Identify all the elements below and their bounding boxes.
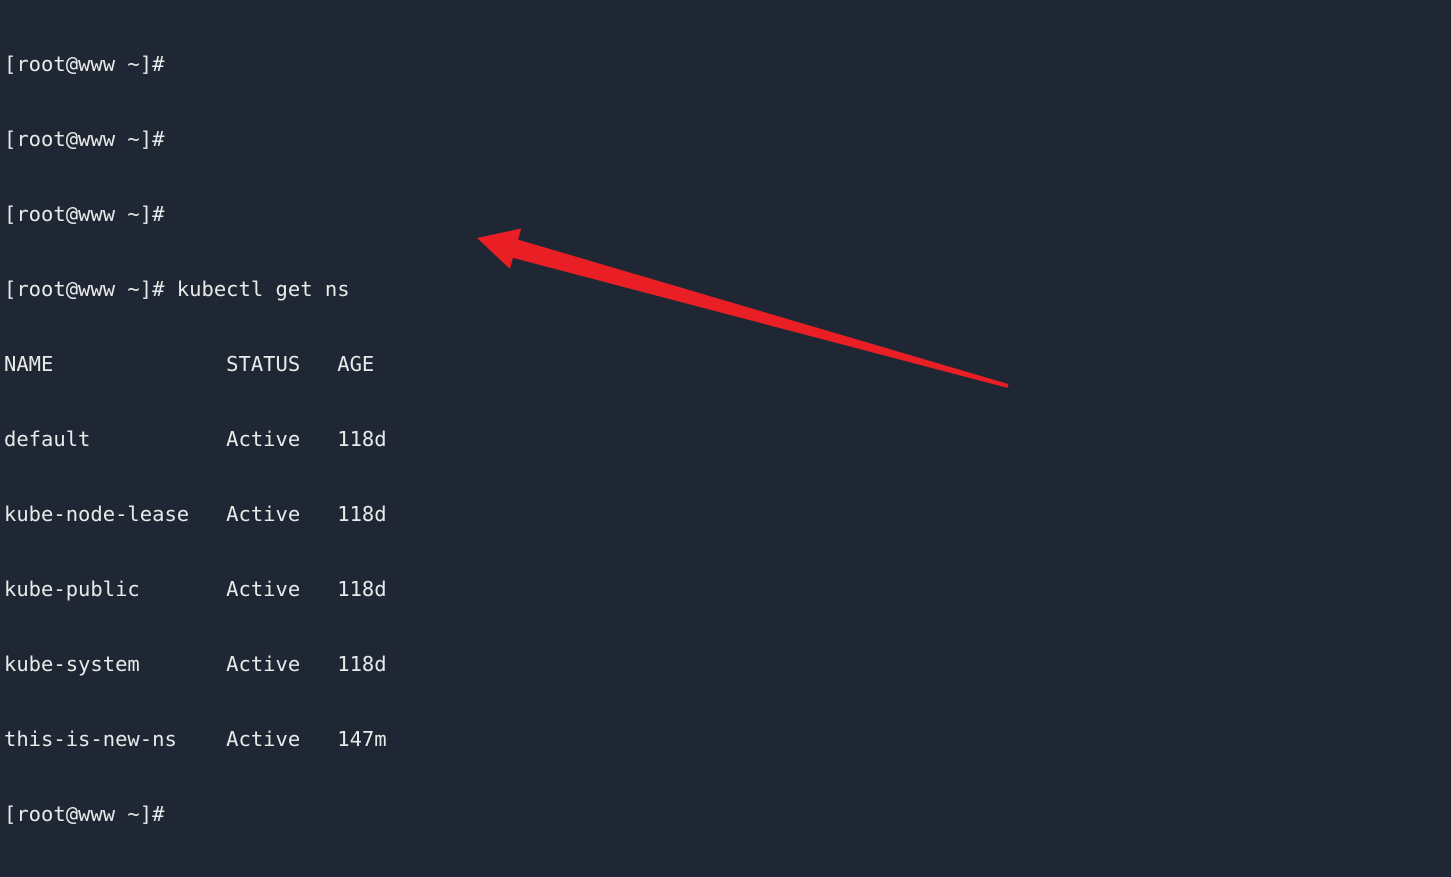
terminal-line: [root@www ~]#	[4, 202, 165, 226]
terminal-line-command-get-ns-1: [root@www ~]# kubectl get ns	[4, 277, 350, 301]
terminal-window: [root@www ~]# [root@www ~]# [root@www ~]…	[0, 0, 1451, 877]
terminal-line-row-default-1: default Active 118d	[4, 427, 387, 451]
terminal-line: [root@www ~]#	[4, 52, 165, 76]
terminal-line-row-kube-node-lease-1: kube-node-lease Active 118d	[4, 502, 387, 526]
terminal-line: [root@www ~]#	[4, 802, 165, 826]
terminal-line-row-kube-system-1: kube-system Active 118d	[4, 652, 387, 676]
terminal-line-table-header-1: NAME STATUS AGE	[4, 352, 375, 376]
terminal-line-row-kube-public-1: kube-public Active 118d	[4, 577, 387, 601]
terminal-line: [root@www ~]#	[4, 127, 165, 151]
terminal-output[interactable]: [root@www ~]# [root@www ~]# [root@www ~]…	[0, 0, 1451, 877]
terminal-line-row-this-is-new-ns: this-is-new-ns Active 147m	[4, 727, 387, 751]
